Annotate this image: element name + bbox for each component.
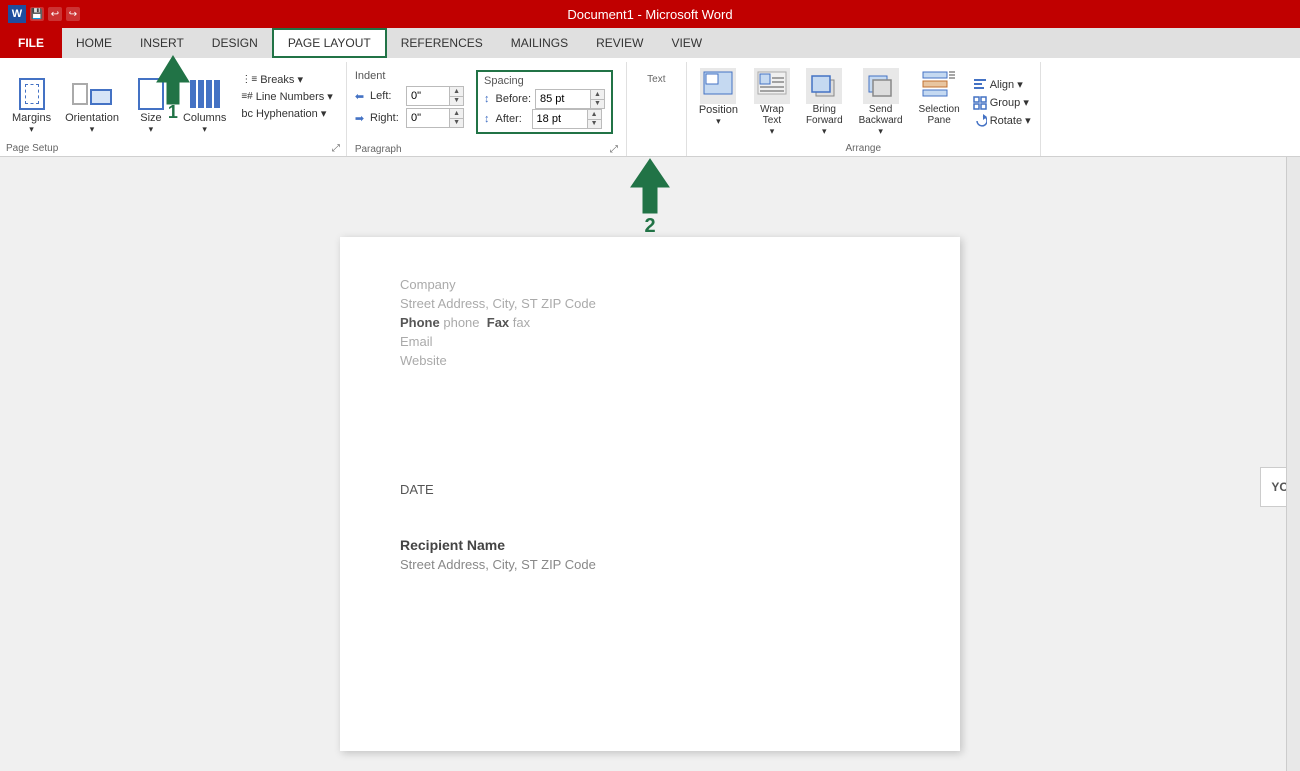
paragraph-group: Indent ⬅ Left: ▲ ▼ ➡ Right: bbox=[347, 62, 627, 156]
window-title: Document1 - Microsoft Word bbox=[567, 7, 732, 22]
document-page: Company Street Address, City, ST ZIP Cod… bbox=[340, 237, 960, 751]
indent-group: Indent ⬅ Left: ▲ ▼ ➡ Right: bbox=[355, 70, 464, 128]
rotate-button[interactable]: Rotate ▾ bbox=[970, 113, 1034, 129]
scrollbar[interactable] bbox=[1286, 157, 1300, 771]
menu-review[interactable]: REVIEW bbox=[582, 28, 657, 58]
phone-row: Phone phone Fax fax bbox=[400, 315, 900, 330]
indent-left-row: ⬅ Left: ▲ ▼ bbox=[355, 86, 464, 106]
align-group-rotate: Align ▾ Group ▾ Rotate ▾ bbox=[970, 64, 1034, 141]
send-backward-button[interactable]: SendBackward ▾ bbox=[853, 64, 909, 141]
redo-button[interactable]: ↪ bbox=[66, 7, 80, 21]
send-backward-icon bbox=[863, 68, 899, 104]
paragraph-footer: Paragraph ⤢ bbox=[355, 143, 618, 156]
align-button[interactable]: Align ▾ bbox=[970, 77, 1034, 93]
page-setup-footer: Page Setup ⤢ bbox=[6, 141, 340, 156]
spacing-before-row: ↕ Before: ▲ ▼ bbox=[484, 89, 605, 109]
indent-right-row: ➡ Right: ▲ ▼ bbox=[355, 108, 464, 128]
spacing-after-up[interactable]: ▲ bbox=[587, 110, 601, 120]
position-button[interactable]: Position ▾ bbox=[693, 64, 744, 141]
annotation-2: 2 bbox=[644, 215, 655, 238]
group-button[interactable]: Group ▾ bbox=[970, 95, 1034, 111]
wrap-text-label: WrapText bbox=[760, 104, 784, 126]
arrange-group: Position ▾ WrapText ▾ BringForward ▾ bbox=[687, 62, 1041, 156]
size-icon bbox=[133, 76, 169, 112]
text-group: Text bbox=[627, 62, 687, 156]
menu-view[interactable]: VIEW bbox=[657, 28, 716, 58]
website-placeholder: Website bbox=[400, 353, 900, 368]
columns-icon bbox=[187, 76, 223, 112]
bring-forward-button[interactable]: BringForward ▾ bbox=[800, 64, 849, 141]
address-placeholder: Street Address, City, ST ZIP Code bbox=[400, 296, 900, 311]
indent-right-up[interactable]: ▲ bbox=[449, 109, 463, 119]
word-icon: W bbox=[8, 5, 26, 23]
spacing-label: Spacing bbox=[484, 75, 605, 87]
menu-file[interactable]: FILE bbox=[0, 28, 62, 58]
menu-mailings[interactable]: MAILINGS bbox=[497, 28, 582, 58]
email-placeholder: Email bbox=[400, 334, 900, 349]
arrange-footer: Arrange bbox=[693, 141, 1034, 156]
undo-button[interactable]: ↩ bbox=[48, 7, 62, 21]
indent-right-down[interactable]: ▼ bbox=[449, 119, 463, 128]
menu-bar: FILE HOME INSERT DESIGN PAGE LAYOUT REFE… bbox=[0, 28, 1300, 58]
bring-forward-icon bbox=[806, 68, 842, 104]
margins-button[interactable]: Margins ▾ bbox=[6, 72, 57, 139]
company-placeholder: Company bbox=[400, 277, 900, 292]
line-numbers-button[interactable]: ≡# Line Numbers ▾ bbox=[238, 89, 335, 104]
spacing-before-down[interactable]: ▼ bbox=[590, 100, 604, 109]
send-backward-label: SendBackward bbox=[859, 104, 903, 126]
date-field[interactable]: DATE bbox=[400, 482, 900, 497]
page-setup-expand[interactable]: ⤢ bbox=[332, 143, 340, 154]
recipient-name: Recipient Name bbox=[400, 537, 900, 553]
spacing-after-down[interactable]: ▼ bbox=[587, 120, 601, 129]
selection-pane-button[interactable]: SelectionPane bbox=[913, 64, 966, 141]
menu-references[interactable]: REFERENCES bbox=[387, 28, 497, 58]
menu-page-layout[interactable]: PAGE LAYOUT bbox=[272, 28, 387, 58]
indent-label: Indent bbox=[355, 70, 464, 82]
title-bar: W 💾 ↩ ↪ Document1 - Microsoft Word bbox=[0, 0, 1300, 28]
menu-home[interactable]: HOME bbox=[62, 28, 126, 58]
ribbon: 1 Margins ▾ Orientation ▾ bbox=[0, 58, 1300, 157]
size-button[interactable]: Size ▾ bbox=[127, 72, 175, 139]
wrap-text-button[interactable]: WrapText ▾ bbox=[748, 64, 796, 141]
wrap-text-icon bbox=[754, 68, 790, 104]
breaks-group: ⋮≡ Breaks ▾ ≡# Line Numbers ▾ bc Hyphena… bbox=[234, 72, 339, 121]
indent-left-up[interactable]: ▲ bbox=[449, 87, 463, 97]
orientation-icon bbox=[74, 76, 110, 112]
spacing-after-row: ↕ After: ▲ ▼ bbox=[484, 109, 605, 129]
columns-button[interactable]: Columns ▾ bbox=[177, 72, 232, 139]
bring-forward-label: BringForward bbox=[806, 104, 843, 126]
page-setup-group: 1 Margins ▾ Orientation ▾ bbox=[0, 62, 347, 156]
menu-design[interactable]: DESIGN bbox=[198, 28, 272, 58]
recipient-address: Street Address, City, ST ZIP Code bbox=[400, 557, 900, 572]
selection-pane-icon bbox=[921, 68, 957, 104]
hyphenation-button[interactable]: bc Hyphenation ▾ bbox=[238, 106, 335, 121]
selection-pane-label: SelectionPane bbox=[919, 104, 960, 126]
text-label: Text bbox=[635, 74, 678, 85]
menu-insert[interactable]: INSERT bbox=[126, 28, 198, 58]
indent-left-down[interactable]: ▼ bbox=[449, 97, 463, 106]
spacing-group: Spacing ↕ Before: ▲ ▼ ↕ After: bbox=[476, 70, 613, 134]
document-area: 2 Company Street Address, City, ST ZIP C… bbox=[0, 157, 1300, 771]
save-button[interactable]: 💾 bbox=[30, 7, 44, 21]
arrow2-icon bbox=[625, 157, 675, 215]
spacing-before-up[interactable]: ▲ bbox=[590, 90, 604, 100]
paragraph-expand[interactable]: ⤢ bbox=[610, 144, 618, 155]
position-icon bbox=[700, 68, 736, 104]
margins-icon bbox=[14, 76, 50, 112]
breaks-button[interactable]: ⋮≡ Breaks ▾ bbox=[238, 72, 335, 87]
orientation-button[interactable]: Orientation ▾ bbox=[59, 72, 125, 139]
